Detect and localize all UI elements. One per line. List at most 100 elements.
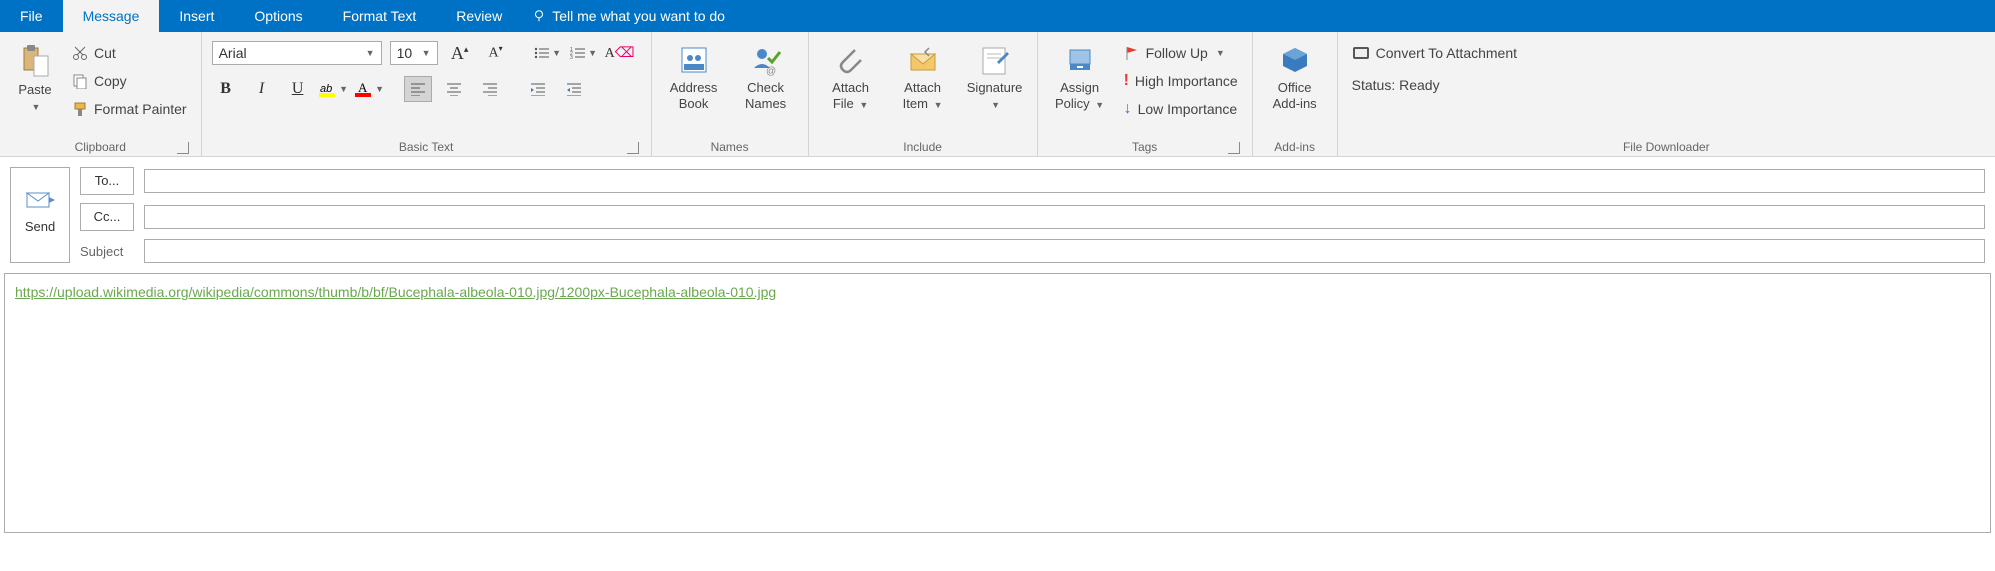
send-button[interactable]: Send (10, 167, 70, 263)
follow-up-button[interactable]: Follow Up ▼ (1120, 40, 1242, 66)
copy-label: Copy (94, 73, 127, 89)
check-names-button[interactable]: @ Check Names (734, 40, 798, 115)
grow-font-icon: A▴ (451, 43, 469, 64)
dialog-launcher-icon[interactable] (627, 142, 639, 154)
flag-icon (1124, 45, 1140, 61)
tab-options[interactable]: Options (234, 0, 322, 32)
attach-item-icon (907, 44, 939, 76)
underline-button[interactable]: U (284, 76, 312, 102)
chevron-down-icon: ▼ (1095, 100, 1104, 110)
low-importance-button[interactable]: ↓ Low Importance (1120, 96, 1242, 122)
dialog-launcher-icon[interactable] (177, 142, 189, 154)
cc-input[interactable] (144, 205, 1985, 229)
high-importance-button[interactable]: ! High Importance (1120, 68, 1242, 94)
eraser-icon: A⌫ (605, 45, 635, 62)
address-book-button[interactable]: Address Book (662, 40, 726, 115)
follow-up-label: Follow Up (1146, 45, 1208, 61)
font-selector[interactable]: Arial▼ (212, 41, 382, 65)
bullets-icon (534, 46, 550, 60)
svg-text:A: A (358, 80, 368, 95)
tab-review[interactable]: Review (436, 0, 522, 32)
underline-icon: U (292, 80, 304, 98)
tell-me-search[interactable]: Tell me what you want to do (522, 8, 735, 24)
italic-button[interactable]: I (248, 76, 276, 102)
svg-text:@: @ (766, 66, 776, 76)
highlight-button[interactable]: ab▼ (320, 76, 348, 102)
ribbon-tabs: File Message Insert Options Format Text … (0, 0, 1995, 32)
office-addins-label: Office Add-ins (1273, 80, 1317, 111)
align-center-button[interactable] (440, 76, 468, 102)
convert-to-attachment-button[interactable]: Convert To Attachment (1348, 40, 1521, 66)
cut-button[interactable]: Cut (68, 40, 191, 66)
signature-icon (979, 44, 1011, 76)
shrink-font-button[interactable]: A▾ (482, 40, 510, 66)
copy-button[interactable]: Copy (68, 68, 191, 94)
tell-me-label: Tell me what you want to do (552, 8, 725, 24)
font-size-selector[interactable]: 10 ▼ (390, 41, 438, 65)
group-addins: Office Add-ins Add-ins (1253, 32, 1338, 156)
chevron-down-icon: ▼ (422, 48, 431, 58)
align-center-icon (446, 82, 462, 96)
to-input[interactable] (144, 169, 1985, 193)
cut-label: Cut (94, 45, 116, 61)
paste-button[interactable]: Paste▼ (10, 40, 60, 117)
dialog-launcher-icon[interactable] (1228, 142, 1240, 154)
svg-text:3: 3 (570, 55, 573, 60)
copy-icon (72, 73, 88, 89)
paste-label: Paste (18, 82, 51, 97)
align-left-button[interactable] (404, 76, 432, 102)
group-clipboard-label: Clipboard (75, 140, 126, 154)
lightbulb-icon (532, 9, 546, 23)
group-basic-text: Arial▼ 10▼ A▴ A▾ ▼ 123▼ A⌫ B I U ab▼ A▼ (202, 32, 652, 156)
group-file-downloader: Convert To Attachment Status: Ready File… (1338, 32, 1995, 156)
tab-insert[interactable]: Insert (159, 0, 234, 32)
attach-file-button[interactable]: Attach File ▼ (819, 40, 883, 115)
numbering-icon: 123 (570, 46, 586, 60)
grow-font-button[interactable]: A▴ (446, 40, 474, 66)
paintbrush-icon (72, 101, 88, 117)
addins-icon (1279, 44, 1311, 76)
chevron-down-icon: ▼ (859, 100, 868, 110)
align-right-button[interactable] (476, 76, 504, 102)
clear-formatting-button[interactable]: A⌫ (606, 40, 634, 66)
check-names-label: Check Names (745, 80, 786, 111)
group-names: Address Book @ Check Names Names (652, 32, 809, 156)
numbering-button[interactable]: 123▼ (570, 40, 598, 66)
exclamation-icon: ! (1124, 72, 1129, 90)
signature-button[interactable]: Signature▼ (963, 40, 1027, 115)
subject-input[interactable] (144, 239, 1985, 263)
format-painter-button[interactable]: Format Painter (68, 96, 191, 122)
tab-message[interactable]: Message (63, 0, 160, 32)
assign-policy-button[interactable]: Assign Policy ▼ (1048, 40, 1112, 115)
to-button[interactable]: To... (80, 167, 134, 195)
tab-format-text[interactable]: Format Text (323, 0, 437, 32)
cc-button[interactable]: Cc... (80, 203, 134, 231)
highlight-icon: ab (319, 80, 337, 98)
bold-button[interactable]: B (212, 76, 240, 102)
ribbon: Paste▼ Cut Copy Format Painter Clipboard (0, 32, 1995, 157)
message-body[interactable]: https://upload.wikimedia.org/wikipedia/c… (4, 273, 1991, 533)
chevron-down-icon: ▼ (1216, 48, 1225, 58)
group-addins-label: Add-ins (1274, 140, 1315, 154)
check-names-icon: @ (750, 44, 782, 76)
body-hyperlink[interactable]: https://upload.wikimedia.org/wikipedia/c… (15, 284, 776, 300)
chevron-down-icon: ▼ (552, 48, 561, 58)
chevron-down-icon: ▼ (588, 48, 597, 58)
chevron-down-icon: ▼ (934, 100, 943, 110)
bullets-button[interactable]: ▼ (534, 40, 562, 66)
compose-area: Send To... Cc... Subject (0, 157, 1995, 273)
font-size: 10 (397, 45, 413, 61)
chevron-down-icon: ▼ (375, 84, 384, 94)
group-tags: Assign Policy ▼ Follow Up ▼ ! High Impor… (1038, 32, 1253, 156)
font-color-button[interactable]: A▼ (356, 76, 384, 102)
bold-icon: B (220, 80, 231, 98)
signature-label: Signature (967, 80, 1023, 95)
decrease-indent-button[interactable] (524, 76, 552, 102)
office-addins-button[interactable]: Office Add-ins (1263, 40, 1327, 115)
attach-item-button[interactable]: Attach Item ▼ (891, 40, 955, 115)
increase-indent-button[interactable] (560, 76, 588, 102)
low-importance-label: Low Importance (1138, 101, 1238, 117)
tab-file[interactable]: File (0, 0, 63, 32)
chevron-down-icon: ▼ (339, 84, 348, 94)
assign-policy-label: Assign Policy (1055, 80, 1099, 111)
